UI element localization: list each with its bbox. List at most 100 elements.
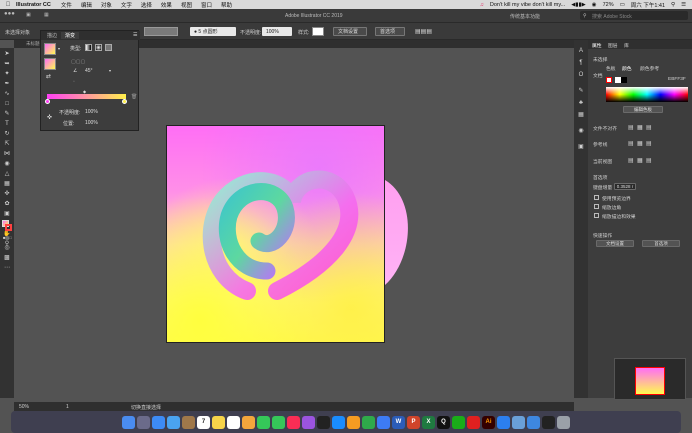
finder-icon[interactable] [122, 415, 135, 429]
gradient-slider-bar[interactable] [47, 94, 126, 99]
appearance-panel-icon[interactable]: ◉ [577, 128, 585, 134]
eyedropper-icon[interactable]: ✜ [47, 114, 52, 121]
angle-value[interactable]: 45° [85, 68, 93, 74]
calendar-icon[interactable]: 7 [197, 415, 210, 429]
mail-icon[interactable] [167, 415, 180, 429]
wechat-work-icon[interactable] [497, 415, 510, 429]
direct-selection-tool-icon[interactable]: ➥ [3, 61, 11, 67]
apple-icon[interactable]:  [0, 2, 16, 8]
search-icon[interactable]: ⚲ [671, 2, 675, 8]
artboard-number[interactable]: 1 [66, 404, 69, 410]
keynote-icon[interactable] [377, 415, 390, 429]
pathfinder-panel-icon[interactable]: ▣ [577, 144, 585, 150]
launchpad-icon[interactable] [137, 415, 150, 429]
none-swatch[interactable] [606, 77, 612, 83]
safari-icon[interactable] [152, 415, 165, 429]
symbol-sprayer-icon[interactable]: ✿ [3, 201, 11, 207]
rotate-tool-icon[interactable]: ↻ [3, 131, 11, 137]
draw-mode-icon[interactable]: ◎ [3, 245, 11, 251]
illustrator-icon[interactable]: Ai [482, 415, 495, 429]
color-spectrum[interactable] [606, 87, 688, 102]
wifi-icon[interactable]: ◉ [592, 2, 597, 8]
curvature-tool-icon[interactable]: ∿ [3, 91, 11, 97]
excel-icon[interactable]: X [422, 415, 435, 429]
tab-libraries[interactable]: 库 [624, 42, 629, 49]
shape-builder-icon[interactable]: ◉ [3, 161, 11, 167]
qa-preferences-button[interactable]: 首选项 [642, 240, 680, 247]
selection-tool-icon[interactable]: ➤ [3, 51, 11, 57]
tv-icon[interactable] [317, 415, 330, 429]
menu-view[interactable]: 视图 [181, 1, 192, 9]
doc-setup-button[interactable]: 文档设置 [333, 27, 367, 36]
clock[interactable]: 周六 下午1:41 [631, 1, 665, 9]
graphic-styles-panel-icon[interactable]: ▦ [577, 112, 585, 118]
stroke-swatch[interactable] [5, 224, 12, 231]
perspective-grid-icon[interactable]: △ [3, 171, 11, 177]
workspace-switcher[interactable]: 传统基本功能 [510, 13, 540, 20]
notes-icon[interactable] [212, 415, 225, 429]
tab-stroke[interactable]: 描边 [43, 32, 61, 39]
angle-dropdown-icon[interactable]: ▾ [109, 68, 111, 73]
gradient-position-value[interactable]: 100% [85, 120, 98, 126]
powerpoint-icon[interactable]: P [407, 415, 420, 429]
arrange-docs-icon[interactable]: ▦ [44, 12, 49, 18]
gradient-stop-end[interactable] [122, 99, 127, 104]
menu-object[interactable]: 对象 [101, 1, 112, 9]
heart-swirl-artwork[interactable] [167, 126, 386, 344]
tab-swatches[interactable]: 色板 [606, 65, 616, 72]
more-tools-icon[interactable]: ⋯ [3, 265, 11, 271]
facetime-icon[interactable] [272, 415, 285, 429]
radial-gradient-button[interactable] [95, 44, 102, 51]
menu-help[interactable]: 帮助 [221, 1, 232, 9]
wechat-icon[interactable] [452, 415, 465, 429]
pen-tool-icon[interactable]: ✒ [3, 81, 11, 87]
menu-edit[interactable]: 编辑 [81, 1, 92, 9]
menu-effect[interactable]: 效果 [161, 1, 172, 9]
style-swatch[interactable] [312, 27, 324, 36]
brushes-panel-icon[interactable]: ✎ [577, 88, 585, 94]
app-menu[interactable]: Illustrator CC [16, 2, 51, 8]
tab-properties[interactable]: 属性 [592, 42, 602, 49]
brush-tool-icon[interactable]: ✎ [3, 111, 11, 117]
checkbox-preview-bounds[interactable] [594, 195, 599, 200]
word-icon[interactable]: W [392, 415, 405, 429]
eyedropper-icon[interactable]: ✜ [3, 191, 11, 197]
gradient-preview-swatch[interactable] [44, 43, 56, 55]
panel-menu-icon[interactable]: ☰ [133, 32, 137, 38]
artboard[interactable] [166, 125, 385, 343]
menu-window[interactable]: 窗口 [201, 1, 212, 9]
ai-home-icon[interactable]: ▣ [26, 12, 31, 18]
linear-gradient-button[interactable] [85, 44, 92, 51]
color-mode-icons[interactable]: ■▨□ [3, 235, 12, 241]
mesh-tool-icon[interactable]: ▦ [3, 181, 11, 187]
tab-color-guide[interactable]: 颜色参考 [640, 65, 659, 72]
pages-icon[interactable] [347, 415, 360, 429]
window-controls[interactable]: ●●● [4, 11, 15, 17]
checkbox-scale-strokes[interactable] [594, 213, 599, 218]
tab-color[interactable]: 颜色 [622, 65, 632, 72]
type-tool-icon[interactable]: T [3, 121, 11, 127]
menu-list-icon[interactable]: ☰ [681, 2, 686, 8]
numbers-icon[interactable] [362, 415, 375, 429]
menu-select[interactable]: 选择 [141, 1, 152, 9]
music-icon[interactable] [287, 415, 300, 429]
preferences-button[interactable]: 首选项 [375, 27, 405, 36]
scale-tool-icon[interactable]: ⇱ [3, 141, 11, 147]
edit-swatches-button[interactable]: 编辑色板 [623, 106, 663, 113]
opentype-panel-icon[interactable]: O [577, 72, 585, 78]
stock-search-input[interactable]: ⚲ 搜索 Adobe Stock [580, 11, 688, 20]
screen-mode-icon[interactable]: ▩ [3, 255, 11, 261]
stroke-gradient-swatch[interactable] [44, 58, 56, 70]
battery-percent[interactable]: 72% [603, 2, 614, 8]
checkbox-scale-corners[interactable] [594, 204, 599, 209]
menu-file[interactable]: 文件 [61, 1, 72, 9]
character-panel-icon[interactable]: A [577, 48, 585, 54]
width-tool-icon[interactable]: ⋈ [3, 151, 11, 157]
qa-doc-setup-button[interactable]: 文档设置 [596, 240, 634, 247]
menu-type[interactable]: 文字 [121, 1, 132, 9]
opacity-field[interactable]: 100% [262, 27, 292, 36]
align-icons-row[interactable]: ▤ ▦ ▤ [628, 124, 652, 131]
rectangle-tool-icon[interactable]: □ [3, 101, 11, 107]
midpoint-diamond-icon[interactable]: ◆ [83, 89, 86, 94]
offboard-petal-shape[interactable] [383, 180, 413, 285]
